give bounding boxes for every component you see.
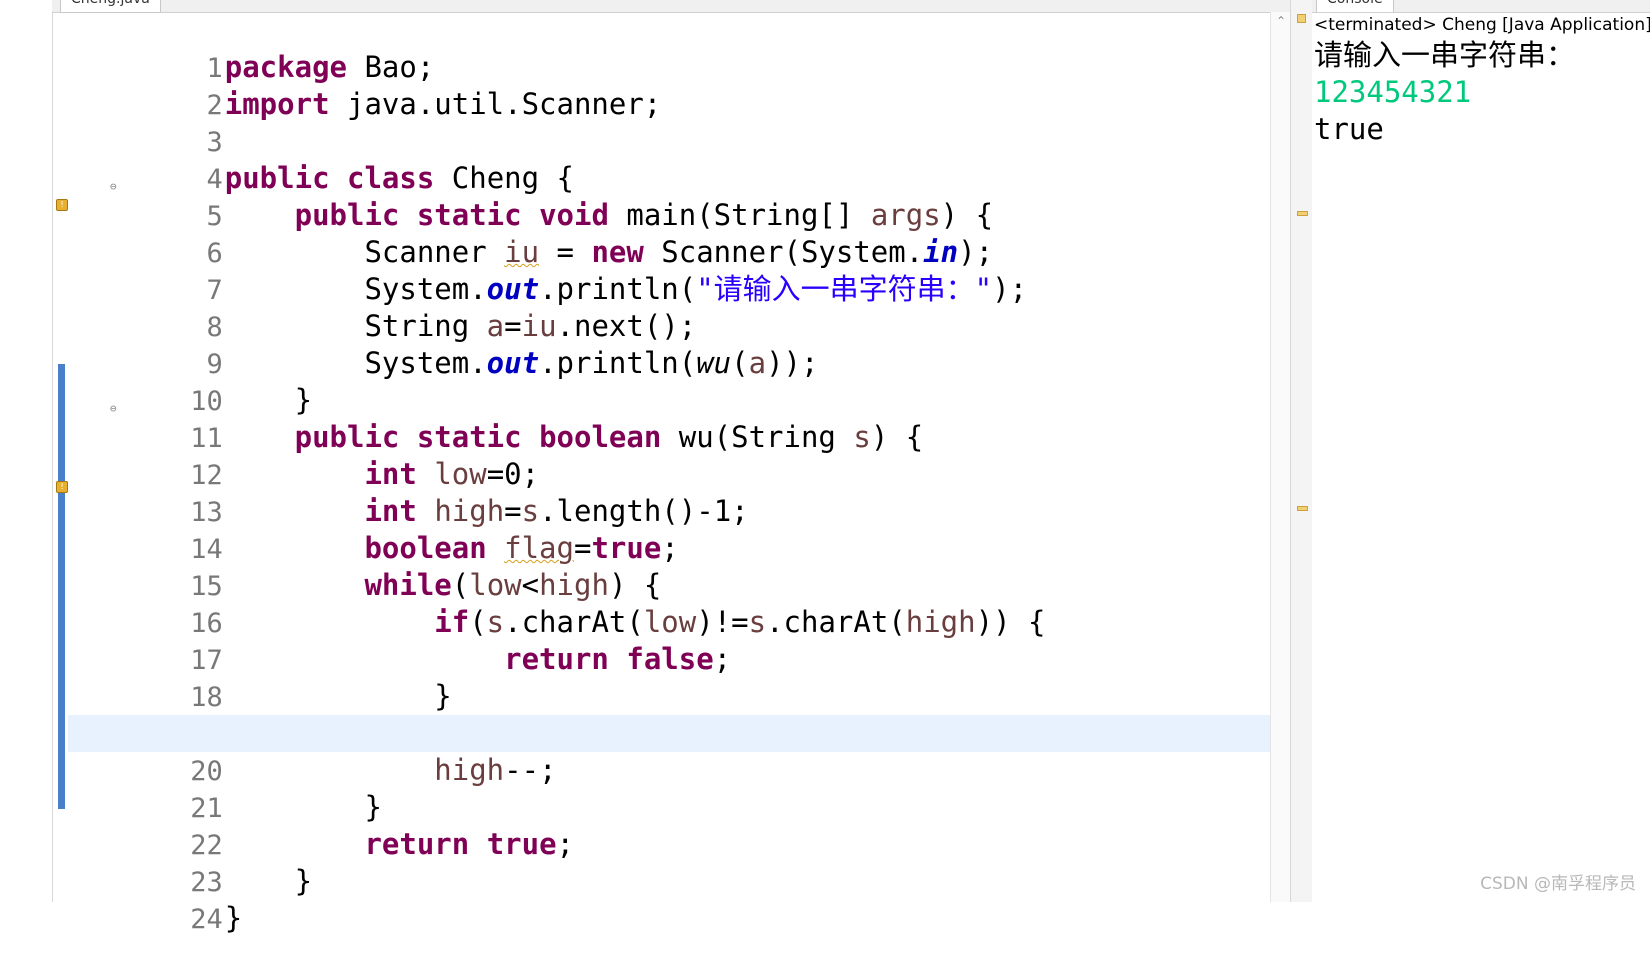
code-line[interactable]: 11 ⊖ public static boolean wu(String s) {: [68, 382, 1278, 454]
code-line[interactable]: 17 return false;: [68, 604, 1278, 676]
code-line[interactable]: 15 while(low<high) {: [68, 530, 1278, 602]
code-line[interactable]: 4public class Cheng {: [68, 123, 1278, 195]
code-line[interactable]: 23 }: [68, 826, 1278, 898]
console-view[interactable]: Console <terminated> Cheng [Java Applica…: [1312, 0, 1650, 902]
tab-console[interactable]: Console: [1316, 0, 1394, 12]
console-output-result: true: [1314, 112, 1384, 146]
code-line[interactable]: 13 int high=s.length()-1;: [68, 456, 1278, 528]
code-line[interactable]: 1package Bao;: [68, 12, 1278, 84]
console-tab-strip: Console: [1312, 0, 1650, 13]
code-line[interactable]: 8 String a=iu.next();: [68, 271, 1278, 343]
console-process-label: <terminated> Cheng [Java Application]: [1314, 15, 1650, 35]
code-line[interactable]: 6 Scanner iu = new Scanner(System.in);: [68, 197, 1278, 269]
line-number: 24: [190, 904, 223, 935]
code-line[interactable]: 3: [68, 86, 1278, 158]
code-line[interactable]: 14 boolean flag=true;: [68, 493, 1278, 565]
overview-marker[interactable]: [1297, 14, 1306, 23]
code-line[interactable]: 16 if(s.charAt(low)!=s.charAt(high)) {: [68, 567, 1278, 639]
watermark: CSDN @南孚程序员: [1480, 874, 1636, 894]
chevron-up-icon[interactable]: ⌃: [1274, 14, 1288, 28]
code-token: }: [224, 901, 243, 935]
code-line-current[interactable]: 20 high--;: [68, 715, 1278, 787]
overview-marker[interactable]: [1297, 506, 1308, 511]
code-line[interactable]: 5 ⊖ public static void main(String[] args…: [68, 160, 1278, 232]
panel-divider[interactable]: [1290, 0, 1314, 902]
annotation-ruler: ! !: [54, 12, 68, 902]
code-line[interactable]: 7 System.out.println("请输入一串字符串：");: [68, 234, 1278, 306]
left-panel-strip: [0, 0, 53, 902]
overview-ruler[interactable]: [1270, 12, 1291, 902]
code-line[interactable]: 12 int low=0;: [68, 419, 1278, 491]
console-output-prompt: 请输入一串字符串：: [1314, 38, 1576, 72]
change-indicator: [58, 364, 65, 809]
warning-lightbulb-icon[interactable]: !: [56, 199, 68, 211]
code-area[interactable]: 1package Bao; 2import java.util.Scanner;…: [68, 12, 1278, 935]
overview-marker[interactable]: [1297, 211, 1308, 216]
code-line[interactable]: 24}: [68, 863, 1278, 935]
code-line[interactable]: 19 low++;: [68, 678, 1278, 750]
code-line[interactable]: 9 System.out.println(wu(a));: [68, 308, 1278, 380]
warning-lightbulb-icon[interactable]: !: [56, 481, 68, 493]
code-line[interactable]: 10 }: [68, 345, 1278, 417]
code-line[interactable]: 22 return true;: [68, 789, 1278, 861]
code-editor[interactable]: Cheng.java ! ! 1package Bao; 2import jav…: [0, 0, 1291, 935]
console-user-input: 123454321: [1314, 75, 1472, 109]
code-line[interactable]: 2import java.util.Scanner;: [68, 49, 1278, 121]
code-line[interactable]: 18 }: [68, 641, 1278, 713]
code-line[interactable]: 21 }: [68, 752, 1278, 824]
